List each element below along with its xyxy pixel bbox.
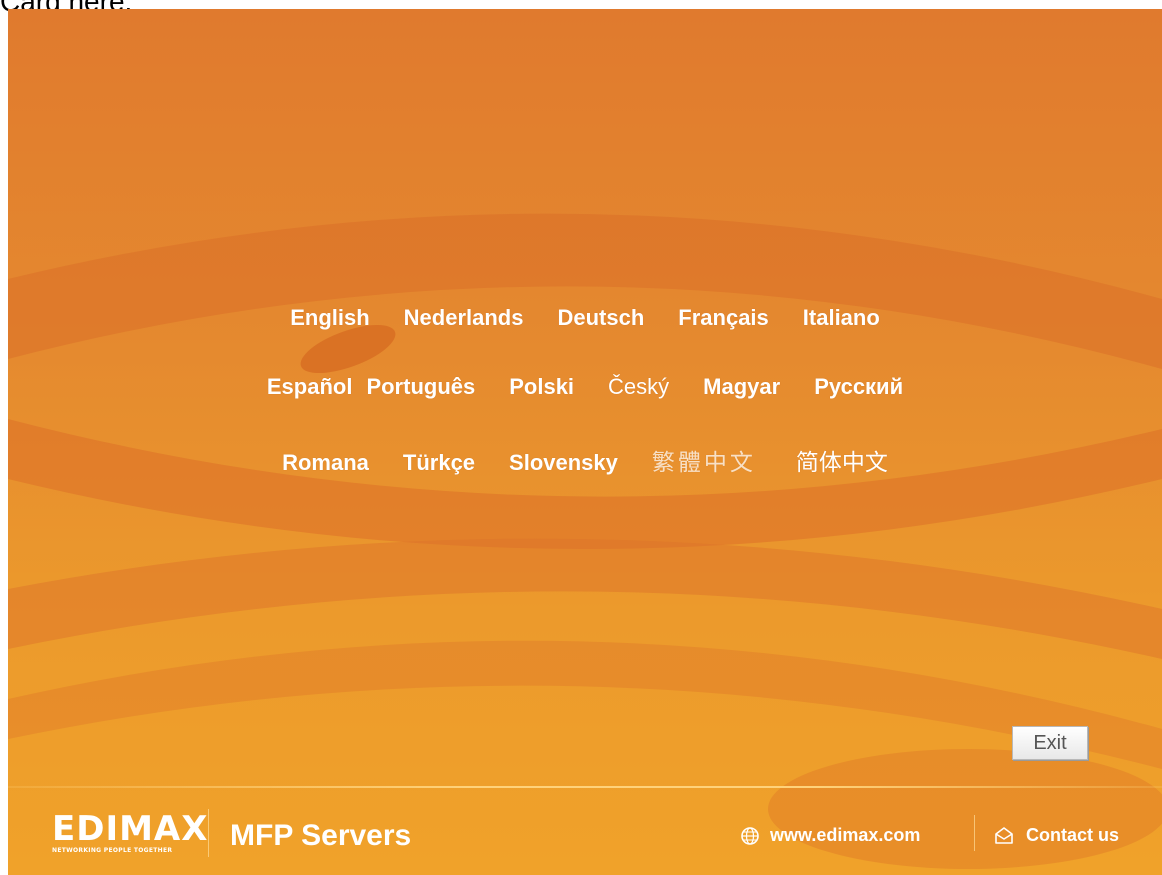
edimax-logo: EDIMAX NETWORKING PEOPLE TOGETHER	[48, 809, 207, 859]
lang-russian[interactable]: Русский	[814, 374, 903, 400]
brand-tagline: NETWORKING PEOPLE TOGETHER	[52, 847, 173, 854]
contact-us-link[interactable]: Contact us	[1026, 825, 1119, 846]
language-row-2: Español Português Polski Český Magyar Ру…	[8, 374, 1162, 400]
footer-separator	[208, 809, 209, 857]
lang-francais[interactable]: Français	[678, 305, 769, 331]
envelope-icon	[995, 827, 1013, 844]
lang-portugues[interactable]: Português	[366, 374, 475, 400]
lang-english[interactable]: English	[290, 305, 369, 331]
lang-nederlands[interactable]: Nederlands	[404, 305, 524, 331]
website-link[interactable]: www.edimax.com	[770, 825, 920, 846]
exit-button[interactable]: Exit	[1012, 726, 1088, 760]
brand-wordmark: EDIMAX	[52, 809, 209, 849]
footer-link-separator	[974, 815, 975, 851]
footer-divider	[8, 786, 1162, 788]
lang-slovensky[interactable]: Slovensky	[509, 450, 618, 476]
lang-traditional-chinese[interactable]: 繁體中文	[652, 443, 756, 477]
lang-romana[interactable]: Romana	[282, 450, 369, 476]
lang-turkce[interactable]: Türkçe	[403, 450, 475, 476]
language-row-1: English Nederlands Deutsch Français Ital…	[8, 305, 1162, 331]
lang-italiano[interactable]: Italiano	[803, 305, 880, 331]
lang-cesky[interactable]: Český	[608, 374, 669, 400]
autorun-window: English Nederlands Deutsch Français Ital…	[8, 9, 1162, 875]
lang-polski[interactable]: Polski	[509, 374, 574, 400]
background-swooshes	[8, 213, 1162, 869]
language-row-3: Romana Türkçe Slovensky 繁體中文 简体中文	[8, 443, 1162, 477]
lang-espanol[interactable]: Español	[267, 374, 353, 400]
lang-deutsch[interactable]: Deutsch	[557, 305, 644, 331]
product-name: MFP Servers	[230, 819, 412, 852]
lang-magyar[interactable]: Magyar	[703, 374, 780, 400]
globe-icon	[741, 827, 759, 845]
lang-simplified-chinese[interactable]: 简体中文	[796, 443, 888, 477]
